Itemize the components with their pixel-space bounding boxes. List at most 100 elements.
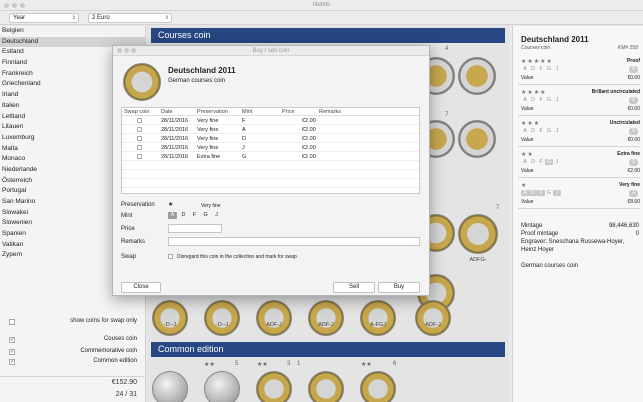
grade-mint-letter[interactable]: A	[521, 190, 529, 196]
coin-image[interactable]	[458, 57, 496, 95]
coin-mint-label: ADF-J	[266, 322, 282, 328]
col-price[interactable]: Price	[282, 108, 295, 116]
sell-button[interactable]: Sell	[333, 282, 375, 293]
mint-option[interactable]: A	[168, 212, 177, 219]
coin-image[interactable]	[256, 300, 292, 336]
mint-option[interactable]: F	[190, 212, 199, 219]
proof-mintage-value: 0	[635, 231, 639, 237]
grade-mint-letter[interactable]: J	[553, 66, 561, 72]
year-select[interactable]: Year ⇕	[9, 13, 79, 23]
table-row[interactable]: 28/11/2016 Very fine F €2.00	[122, 117, 419, 125]
commemorative-label: Commemorative coin	[80, 348, 137, 354]
dialog-minimize-icon[interactable]	[124, 48, 129, 53]
coin-image[interactable]	[415, 300, 451, 336]
grade-mint-letter[interactable]: J	[553, 159, 561, 165]
grade-mint-letter[interactable]: F	[537, 66, 545, 72]
coin-image[interactable]	[458, 214, 498, 254]
grade-mint-letter[interactable]: G	[545, 128, 553, 134]
coin-image[interactable]	[360, 371, 396, 402]
denomination-select[interactable]: 2 Euro ⇕	[88, 13, 172, 23]
swap-row-checkbox[interactable]	[137, 145, 142, 150]
col-remarks[interactable]: Remarks	[319, 108, 341, 116]
swap-only-checkbox[interactable]	[9, 319, 15, 325]
grade-mint-letter[interactable]: D	[529, 159, 537, 165]
coin-image[interactable]	[308, 371, 344, 402]
grade-mint-letter[interactable]: G	[545, 190, 553, 196]
grade-mint-letter[interactable]: F	[537, 128, 545, 134]
swap-only-option[interactable]: show coins for swap only	[0, 316, 146, 328]
remarks-input[interactable]	[168, 237, 420, 246]
common-edition-checkbox[interactable]: ✓	[9, 359, 15, 365]
cell-price: €2.00	[302, 136, 316, 142]
swap-row-checkbox[interactable]	[137, 118, 142, 123]
preservation-star-rating[interactable]: ★	[168, 201, 173, 208]
grade-mint-letter[interactable]: F	[537, 190, 545, 196]
coin-image[interactable]	[458, 120, 496, 158]
commemorative-checkbox[interactable]: ✓	[9, 349, 15, 355]
coin-image[interactable]	[204, 371, 240, 402]
common-edition-option[interactable]: ✓ Common edition	[0, 356, 146, 366]
grade-mints: ADFGJ	[521, 66, 561, 72]
col-mint[interactable]: Mint	[242, 108, 252, 116]
remarks-label: Remarks	[121, 239, 146, 245]
courses-coin-checkbox[interactable]: ✓	[9, 337, 15, 343]
detail-km-number: KM# 258	[617, 45, 638, 51]
grade-mint-letter[interactable]: J	[553, 97, 561, 103]
coin-image[interactable]	[152, 371, 188, 402]
grade-mint-letter[interactable]: A	[521, 128, 529, 134]
table-row[interactable]: 28/11/2016 Very fine A €2.00	[122, 126, 419, 134]
coin-mint-label: -D--J	[163, 322, 177, 328]
coin-image[interactable]	[204, 300, 240, 336]
swap-row-checkbox[interactable]	[137, 136, 142, 141]
close-button[interactable]: Close	[121, 282, 161, 293]
table-row[interactable]	[122, 162, 419, 170]
grade-mint-letter[interactable]: A	[521, 66, 529, 72]
grade-mint-letter[interactable]: D	[529, 97, 537, 103]
table-row[interactable]: 28/11/2016 Very fine D €2.00	[122, 135, 419, 143]
price-input[interactable]	[168, 224, 222, 233]
grade-mint-letter[interactable]: G	[545, 159, 553, 165]
coin-image[interactable]	[308, 300, 344, 336]
mint-option[interactable]: D	[179, 212, 188, 219]
grade-mint-letter[interactable]: D	[529, 190, 537, 196]
buy-button[interactable]: Buy	[378, 282, 420, 293]
grade-mint-letter[interactable]: G	[545, 66, 553, 72]
grade-count-badge: 0	[629, 97, 638, 104]
coin-image[interactable]	[360, 300, 396, 336]
grade-stars: ★★	[521, 152, 534, 158]
grade-mint-letter[interactable]: F	[537, 159, 545, 165]
swap-row-checkbox[interactable]	[137, 154, 142, 159]
mint-option[interactable]: G	[201, 212, 210, 219]
grade-mint-letter[interactable]: F	[537, 97, 545, 103]
grade-mint-letter[interactable]: G	[545, 97, 553, 103]
window-title: Numis	[312, 2, 330, 8]
coin-image[interactable]	[152, 300, 188, 336]
country-item[interactable]: Belgien	[0, 26, 145, 37]
dialog-close-icon[interactable]	[117, 48, 122, 53]
dialog-zoom-icon[interactable]	[131, 48, 136, 53]
mint-option[interactable]: J	[212, 212, 221, 219]
grade-mint-letter[interactable]: A	[521, 97, 529, 103]
swap-description: Disregard this coin in the collection an…	[177, 254, 297, 260]
table-row[interactable]	[122, 180, 419, 188]
grade-count-badge: 0	[629, 128, 638, 135]
table-row[interactable]	[122, 171, 419, 179]
col-swap-coin[interactable]: Swap coin	[124, 108, 149, 116]
cell-mint: G	[242, 154, 247, 160]
grade-mint-letter[interactable]: D	[529, 66, 537, 72]
col-preservation[interactable]: Preservation	[197, 108, 228, 116]
commemorative-option[interactable]: ✓ Commemorative coin	[0, 346, 146, 356]
coin-image[interactable]	[256, 371, 292, 402]
col-date[interactable]: Date	[161, 108, 173, 116]
swap-checkbox[interactable]	[168, 254, 173, 259]
preservation-value: Very fine	[201, 203, 221, 209]
grade-mint-letter[interactable]: J	[553, 190, 561, 196]
swap-row-checkbox[interactable]	[137, 127, 142, 132]
grade-mint-letter[interactable]: A	[521, 159, 529, 165]
grade-mint-letter[interactable]: J	[553, 128, 561, 134]
table-row[interactable]	[122, 189, 419, 197]
table-row[interactable]: 28/11/2016 Very fine J €2.00	[122, 144, 419, 152]
grade-mint-letter[interactable]: D	[529, 128, 537, 134]
courses-coin-option[interactable]: ✓ Couses coin	[0, 334, 146, 346]
table-row[interactable]: 28/11/2016 Extra fine G €2.00	[122, 153, 419, 161]
